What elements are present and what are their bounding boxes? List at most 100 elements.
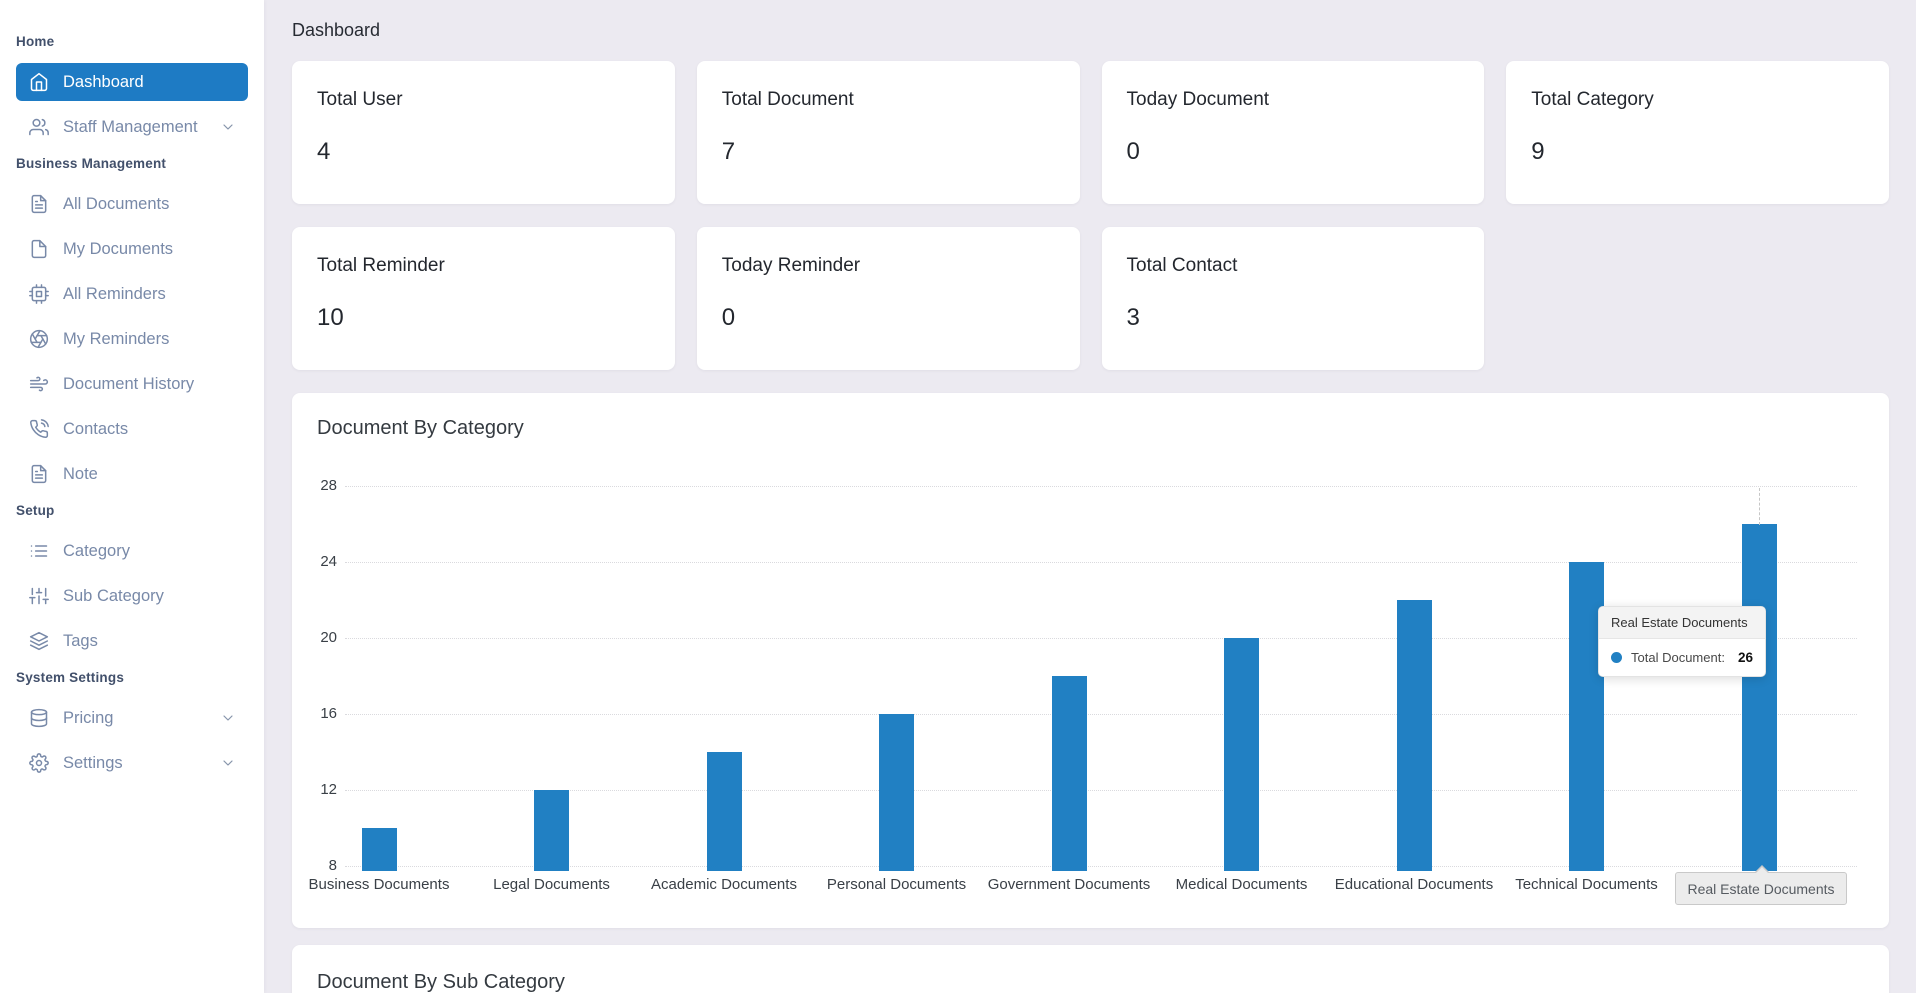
- chevron-down-icon: [220, 710, 236, 726]
- chart-tooltip-body: Total Document: 26: [1599, 639, 1765, 676]
- bar-real-estate-documents[interactable]: [1742, 524, 1777, 871]
- stat-card-value: 0: [722, 304, 1055, 332]
- x-axis-category-label: Business Documents: [293, 876, 465, 893]
- sidebar-item-label: Staff Management: [63, 118, 198, 137]
- layers-icon: [29, 631, 49, 651]
- stat-card-value: 9: [1531, 138, 1864, 166]
- sidebar-item-contacts[interactable]: Contacts: [16, 410, 248, 448]
- cpu-icon: [29, 284, 49, 304]
- x-axis-category-label: Educational Documents: [1328, 876, 1500, 893]
- stat-card-total-user: Total User 4: [292, 61, 675, 204]
- y-axis-tick-label: 8: [292, 856, 337, 876]
- sidebar-item-document-history[interactable]: Document History: [16, 365, 248, 403]
- sidebar-item-my-documents[interactable]: My Documents: [16, 230, 248, 268]
- gear-icon: [29, 753, 49, 773]
- sidebar-item-settings[interactable]: Settings: [16, 744, 248, 782]
- x-axis-category-label: Academic Documents: [638, 876, 810, 893]
- stat-card-total-document: Total Document 7: [697, 61, 1080, 204]
- sidebar-item-label: Sub Category: [63, 587, 164, 606]
- sidebar-item-category[interactable]: Category: [16, 532, 248, 570]
- stat-card-label: Total Category: [1531, 89, 1864, 111]
- sidebar-item-dashboard[interactable]: Dashboard: [16, 63, 248, 101]
- stat-card-today-document: Today Document 0: [1102, 61, 1485, 204]
- document-by-sub-category-card: Document By Sub Category: [292, 945, 1889, 993]
- sidebar-item-label: Settings: [63, 754, 123, 773]
- bar-business-documents[interactable]: [362, 828, 397, 871]
- sidebar-item-label: Category: [63, 542, 130, 561]
- sub-chart-title: Document By Sub Category: [317, 971, 1864, 993]
- chart-tooltip-series-label: Total Document:: [1631, 650, 1725, 665]
- stat-card-value: 0: [1127, 138, 1460, 166]
- home-icon: [29, 72, 49, 92]
- series-dot-icon: [1611, 652, 1622, 663]
- chevron-down-icon: [220, 119, 236, 135]
- stat-card-value: 7: [722, 138, 1055, 166]
- sidebar-item-all-documents[interactable]: All Documents: [16, 185, 248, 223]
- page-title: Dashboard: [292, 20, 1889, 41]
- stat-card-total-reminder: Total Reminder 10: [292, 227, 675, 370]
- chart-tooltip-value: 26: [1738, 650, 1753, 665]
- bar-academic-documents[interactable]: [707, 752, 742, 871]
- sidebar-item-label: Note: [63, 465, 98, 484]
- gridline: [345, 790, 1857, 791]
- stat-card-label: Total Contact: [1127, 255, 1460, 277]
- sidebar-item-label: My Documents: [63, 240, 173, 259]
- crosshair-line: [1759, 488, 1760, 525]
- sidebar-item-my-reminders[interactable]: My Reminders: [16, 320, 248, 358]
- users-icon: [29, 117, 49, 137]
- stat-card-label: Today Document: [1127, 89, 1460, 111]
- file-text-icon: [29, 464, 49, 484]
- stat-card-row-1: Total User 4 Total Document 7 Today Docu…: [292, 61, 1889, 204]
- file-icon: [29, 239, 49, 259]
- sidebar-item-all-reminders[interactable]: All Reminders: [16, 275, 248, 313]
- stat-card-label: Total Reminder: [317, 255, 650, 277]
- bar-legal-documents[interactable]: [534, 790, 569, 871]
- sidebar-item-label: All Documents: [63, 195, 169, 214]
- sidebar-item-note[interactable]: Note: [16, 455, 248, 493]
- stat-card-today-reminder: Today Reminder 0: [697, 227, 1080, 370]
- sidebar-section-label: Home: [0, 34, 264, 49]
- stat-card-total-contact: Total Contact 3: [1102, 227, 1485, 370]
- sidebar-section-label: Setup: [0, 503, 264, 518]
- bar-personal-documents[interactable]: [879, 714, 914, 871]
- sidebar-item-label: All Reminders: [63, 285, 166, 304]
- chart-tooltip-title: Real Estate Documents: [1599, 607, 1765, 639]
- y-axis-tick-label: 28: [292, 476, 337, 496]
- stat-card-total-category: Total Category 9: [1506, 61, 1889, 204]
- bar-educational-documents[interactable]: [1397, 600, 1432, 871]
- bar-medical-documents[interactable]: [1224, 638, 1259, 871]
- sidebar-item-staff-management[interactable]: Staff Management: [16, 108, 248, 146]
- list-icon: [29, 541, 49, 561]
- document-by-category-card: Document By Category 81216202428Business…: [292, 393, 1889, 928]
- y-axis-tick-label: 24: [292, 552, 337, 572]
- sidebar-item-label: My Reminders: [63, 330, 169, 349]
- wind-icon: [29, 374, 49, 394]
- sidebar-item-label: Tags: [63, 632, 98, 651]
- x-axis-hover-label: Real Estate Documents: [1675, 872, 1847, 905]
- x-axis-category-label: Personal Documents: [811, 876, 983, 893]
- stat-card-row-2: Total Reminder 10 Today Reminder 0 Total…: [292, 227, 1889, 370]
- x-axis-category-label: Technical Documents: [1501, 876, 1673, 893]
- x-axis-category-label: Medical Documents: [1156, 876, 1328, 893]
- gridline: [345, 562, 1857, 563]
- sidebar-item-tags[interactable]: Tags: [16, 622, 248, 660]
- stat-card-label: Total User: [317, 89, 650, 111]
- y-axis-tick-label: 16: [292, 704, 337, 724]
- x-axis-hover-label-text: Real Estate Documents: [1687, 881, 1834, 897]
- stat-card-value: 10: [317, 304, 650, 332]
- bar-government-documents[interactable]: [1052, 676, 1087, 871]
- stat-card-value: 3: [1127, 304, 1460, 332]
- sidebar: HomeDashboardStaff ManagementBusiness Ma…: [0, 0, 264, 993]
- sidebar-item-label: Dashboard: [63, 73, 144, 92]
- sidebar-item-pricing[interactable]: Pricing: [16, 699, 248, 737]
- sidebar-item-sub-category[interactable]: Sub Category: [16, 577, 248, 615]
- y-axis-tick-label: 12: [292, 780, 337, 800]
- sidebar-item-label: Document History: [63, 375, 194, 394]
- chart-tooltip: Real Estate Documents Total Document: 26: [1598, 606, 1766, 677]
- gridline: [345, 486, 1857, 487]
- database-icon: [29, 708, 49, 728]
- aperture-icon: [29, 329, 49, 349]
- gridline: [345, 866, 1857, 867]
- sidebar-item-label: Contacts: [63, 420, 128, 439]
- x-axis-category-label: Government Documents: [983, 876, 1155, 893]
